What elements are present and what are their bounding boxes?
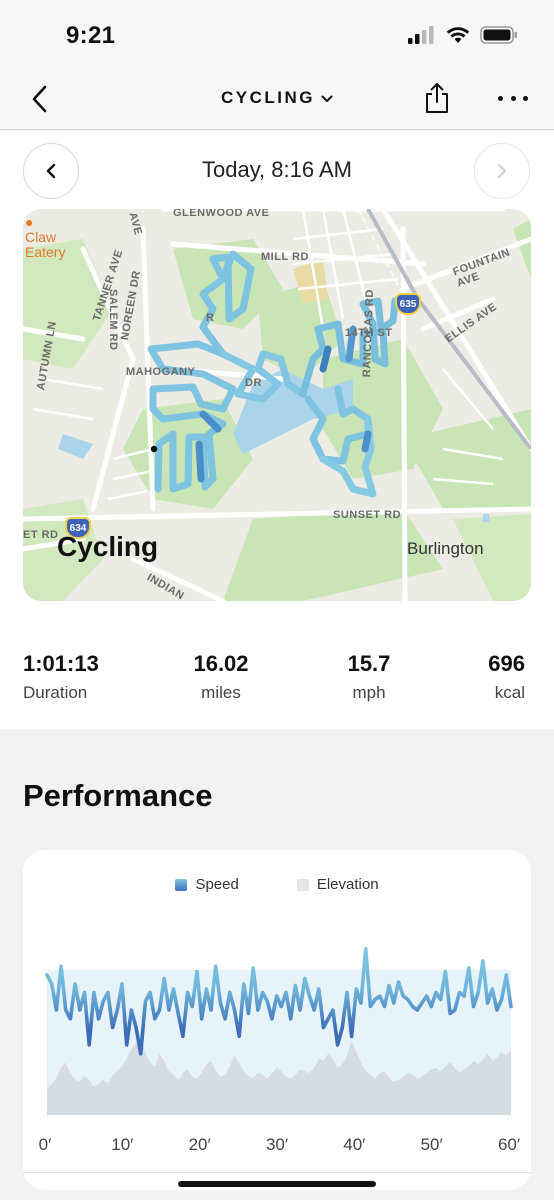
- route-635-badge: 635: [395, 293, 421, 315]
- nav-bar: CYCLING: [0, 70, 554, 130]
- dot-icon: [523, 96, 528, 101]
- street-label: GLENWOOD AVE: [173, 209, 270, 219]
- chevron-down-icon: [321, 95, 333, 102]
- x-tick-label: 50′: [420, 1135, 443, 1154]
- route-map[interactable]: ● Claw Eatery GLENWOOD AVE MILL RD FOUNT…: [23, 209, 531, 601]
- x-tick-label: 40′: [343, 1135, 366, 1154]
- status-icons: [408, 26, 518, 44]
- x-tick-label: 30′: [265, 1135, 289, 1154]
- map-town-label: Burlington: [407, 539, 484, 558]
- stat-duration: 1:01:13 Duration: [23, 651, 99, 703]
- more-options-button[interactable]: [498, 96, 528, 104]
- dot-icon: [510, 96, 516, 101]
- map-activity-title: Cycling: [57, 531, 159, 562]
- status-time: 9:21: [66, 22, 116, 49]
- street-label: DR: [245, 377, 262, 389]
- activity-type-selector[interactable]: CYCLING: [0, 88, 554, 108]
- chart-divider: [23, 1172, 531, 1173]
- workout-date: Today, 8:16 AM: [201, 157, 352, 182]
- status-bar: 9:21: [0, 0, 554, 70]
- x-tick-label: 0′: [38, 1135, 52, 1154]
- workout-summary-card: Today, 8:16 AM ● Claw Eatery GLENWOOD AV…: [0, 131, 554, 729]
- signal-icon: [408, 26, 434, 44]
- share-button[interactable]: [424, 82, 450, 114]
- x-tick-label: 20′: [188, 1135, 211, 1154]
- stat-speed: 15.7 mph: [339, 651, 399, 703]
- next-workout-button[interactable]: [474, 143, 530, 199]
- x-tick-label: 10′: [111, 1135, 134, 1154]
- stat-value: 15.7: [347, 651, 391, 676]
- nav-title: CYCLING: [221, 88, 315, 107]
- street-label: SUNSET RD: [333, 509, 402, 521]
- stat-value: 1:01:13: [23, 651, 99, 676]
- performance-chart[interactable]: [23, 850, 531, 1130]
- stat-distance: 16.02 miles: [191, 651, 251, 703]
- battery-icon: [480, 26, 517, 44]
- wifi-icon: [446, 27, 470, 43]
- stats-row: 1:01:13 Duration 16.02 miles 15.7 mph 69…: [23, 651, 531, 711]
- poi-icon: ●: [25, 214, 34, 230]
- map-poi-label: ● Claw Eatery: [25, 214, 66, 260]
- stat-label: Duration: [23, 683, 88, 702]
- street-label: ET RD: [23, 529, 59, 541]
- performance-heading: Performance: [23, 778, 213, 813]
- stat-label: kcal: [494, 683, 525, 702]
- stat-label: mph: [352, 683, 386, 702]
- stat-calories: 696 kcal: [488, 651, 525, 703]
- street-label: MAHOGANY: [126, 366, 196, 378]
- chevron-right-icon: [498, 164, 506, 178]
- performance-chart-card: Speed Elevation 0′ 10′ 20′ 30′ 40′ 50′ 60′: [23, 850, 531, 1190]
- street-label: MILL RD: [261, 251, 309, 263]
- street-label: 14TH ST: [345, 327, 393, 339]
- street-label: R: [206, 312, 215, 324]
- x-tick-label: 60′: [497, 1135, 521, 1154]
- stat-value: 16.02: [193, 651, 249, 676]
- home-indicator[interactable]: [178, 1181, 376, 1187]
- stat-value: 696: [488, 651, 525, 676]
- dot-icon: [498, 96, 503, 101]
- x-axis-ticks: 0′ 10′ 20′ 30′ 40′ 50′ 60′: [23, 1135, 531, 1157]
- stat-label: miles: [201, 683, 241, 702]
